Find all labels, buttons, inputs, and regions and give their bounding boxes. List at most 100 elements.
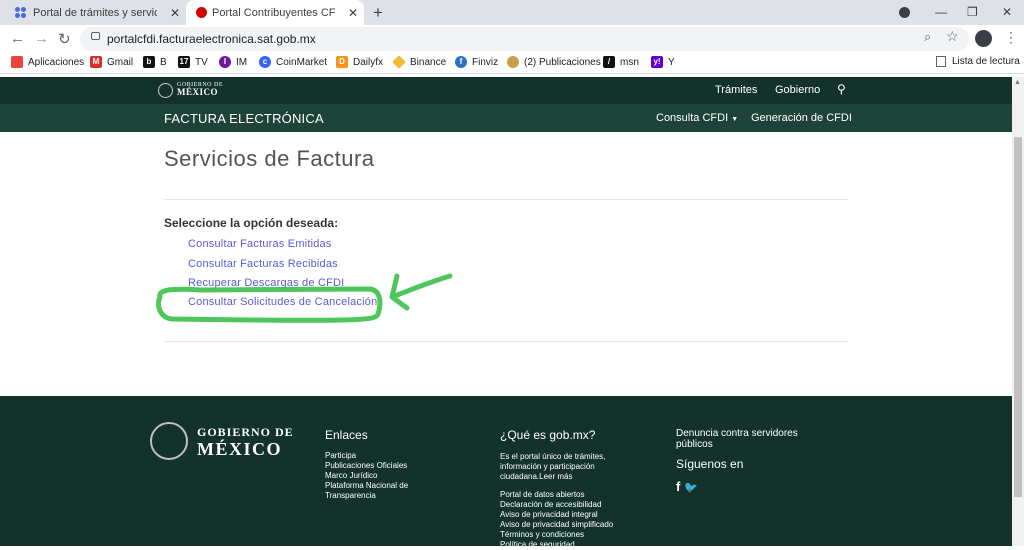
bookmark-gmail[interactable]: M Gmail bbox=[90, 56, 133, 68]
nav-consulta-cfdi[interactable]: Consulta CFDI ▼ bbox=[656, 112, 738, 124]
binance-icon bbox=[392, 55, 406, 69]
footer-text-line: información y participación bbox=[500, 462, 595, 471]
footer-link[interactable]: Aviso de privacidad integral bbox=[500, 510, 613, 520]
nav-generacion-cfdi[interactable]: Generación de CFDI bbox=[751, 112, 852, 124]
footer-follow-heading: Síguenos en bbox=[676, 457, 744, 471]
b-icon: b bbox=[143, 56, 155, 68]
footer-link[interactable]: Plataforma Nacional de bbox=[325, 481, 408, 491]
apps-grid-icon bbox=[11, 56, 23, 68]
coat-of-arms-icon bbox=[158, 82, 173, 98]
footer-link[interactable]: Marco Jurídico bbox=[325, 471, 408, 481]
bookmark-publicaciones[interactable]: (2) Publicaciones bbox=[507, 56, 601, 68]
bookmark-label: B bbox=[160, 56, 167, 68]
browser-menu-icon[interactable]: ⋮ bbox=[1004, 29, 1018, 46]
bookmark-b[interactable]: bB bbox=[143, 56, 167, 68]
bookmark-tv[interactable]: 17 TV bbox=[178, 56, 208, 68]
footer-link[interactable]: Aviso de privacidad simplificado bbox=[500, 520, 613, 530]
sat-favicon-icon bbox=[15, 7, 26, 18]
browser-tab-strip: Portal de trámites y servicios - SAT ✕ P… bbox=[0, 0, 1024, 25]
bookmark-label: Binance bbox=[410, 56, 447, 68]
finviz-icon: f bbox=[455, 56, 467, 68]
search-icon[interactable]: ⚲ bbox=[837, 82, 846, 96]
footer-about-text: Es el portal único de trámites, informac… bbox=[500, 452, 605, 482]
footer-links-enlaces: Participa Publicaciones Oficiales Marco … bbox=[325, 451, 408, 501]
reading-list[interactable]: Lista de lectura bbox=[936, 56, 1020, 67]
gob-logo[interactable]: GOBIERNO DE MÉXICO bbox=[158, 82, 223, 98]
new-tab-icon[interactable]: + bbox=[373, 3, 383, 23]
back-icon[interactable]: ← bbox=[10, 30, 25, 47]
bookmark-yahoo[interactable]: y! Y bbox=[651, 56, 675, 68]
tab-search-icon[interactable] bbox=[899, 7, 910, 18]
page-title: Servicios de Factura bbox=[164, 146, 375, 171]
profile-avatar[interactable] bbox=[975, 30, 992, 47]
footer-link[interactable]: Publicaciones Oficiales bbox=[325, 461, 408, 471]
yahoo-icon: y! bbox=[651, 56, 663, 68]
window-close-icon[interactable]: ✕ bbox=[1002, 5, 1012, 19]
bookmark-dailyfx[interactable]: D Dailyfx bbox=[336, 56, 383, 68]
footer-link[interactable]: Transparencia bbox=[325, 491, 408, 501]
bookmark-finviz[interactable]: f Finviz bbox=[455, 56, 498, 68]
bookmark-label: msn bbox=[620, 56, 639, 68]
link-recuperar-descargas[interactable]: Recuperar Descargas de CFDI bbox=[188, 277, 344, 289]
bookmark-label: Aplicaciones bbox=[28, 56, 85, 68]
bookmark-label: Y bbox=[668, 56, 675, 68]
facebook-icon[interactable]: f bbox=[676, 479, 680, 494]
restore-icon[interactable]: ❐ bbox=[967, 5, 978, 19]
footer-logo[interactable]: GOBIERNO DE MÉXICO bbox=[150, 422, 294, 460]
close-tab-icon[interactable]: ✕ bbox=[170, 6, 180, 20]
bookmark-label: (2) Publicaciones bbox=[524, 56, 601, 68]
caret-down-icon: ▼ bbox=[731, 116, 739, 123]
coinmarket-icon: c bbox=[259, 56, 271, 68]
option-prompt: Seleccione la opción deseada: bbox=[164, 216, 339, 230]
reload-icon[interactable]: ↻ bbox=[58, 30, 71, 48]
browser-toolbar: ← → ↻ portalcfdi.facturaelectronica.sat.… bbox=[0, 25, 1024, 53]
minimize-icon[interactable]: — bbox=[935, 5, 947, 19]
footer-link[interactable]: Política de seguridad bbox=[500, 540, 613, 550]
url-text[interactable]: portalcfdi.facturaelectronica.sat.gob.mx bbox=[107, 32, 316, 46]
bookmark-msn[interactable]: / msn bbox=[603, 56, 639, 68]
lock-icon[interactable] bbox=[91, 32, 100, 40]
forward-icon[interactable]: → bbox=[34, 30, 49, 47]
arrow-icon bbox=[389, 273, 453, 311]
bookmark-label: IM bbox=[236, 56, 248, 68]
close-tab-icon[interactable]: ✕ bbox=[348, 6, 358, 20]
nav-label: Consulta CFDI bbox=[656, 112, 729, 124]
footer-link[interactable]: Términos y condiciones bbox=[500, 530, 613, 540]
zoom-icon[interactable]: ⌕ bbox=[924, 29, 931, 45]
tab-portal-tramites[interactable]: Portal de trámites y servicios - SAT ✕ bbox=[0, 0, 186, 25]
tab-title: Portal de trámites y servicios - SAT bbox=[33, 6, 157, 19]
nav-gobierno[interactable]: Gobierno bbox=[775, 84, 820, 96]
footer-denuncia[interactable]: Denuncia contra servidores públicos bbox=[676, 428, 798, 450]
cfdi-favicon-icon bbox=[196, 7, 207, 18]
bookmark-binance[interactable]: Binance bbox=[392, 55, 447, 69]
twitter-icon[interactable]: 🐦 bbox=[684, 482, 698, 494]
bookmark-coinmarket[interactable]: c CoinMarket bbox=[259, 56, 327, 68]
dailyfx-icon: D bbox=[336, 56, 348, 68]
footer-heading-que-es: ¿Qué es gob.mx? bbox=[500, 428, 596, 442]
footer-logo-line2: MÉXICO bbox=[197, 438, 282, 459]
social-links: f 🐦 bbox=[676, 479, 698, 494]
site-subheader: FACTURA ELECTRÓNICA Consulta CFDI ▼ Gene… bbox=[0, 104, 1012, 132]
footer-text-line: públicos bbox=[676, 439, 713, 450]
footer-text-line: Es el portal único de trámites, bbox=[500, 452, 606, 461]
footer-link[interactable]: Declaración de accesibilidad bbox=[500, 500, 613, 510]
bookmark-label: TV bbox=[195, 56, 208, 68]
tab-portal-cfdi[interactable]: Portal Contribuyentes CFDI | Búsqueda ✕ bbox=[186, 0, 364, 25]
scrollbar-thumb[interactable] bbox=[1014, 137, 1022, 497]
footer-link[interactable]: Participa bbox=[325, 451, 408, 461]
page-scrollbar[interactable]: ▲ bbox=[1012, 77, 1024, 546]
site-title[interactable]: FACTURA ELECTRÓNICA bbox=[164, 111, 324, 126]
bookmark-aplicaciones[interactable]: Aplicaciones bbox=[11, 56, 84, 68]
footer-link[interactable]: Portal de datos abiertos bbox=[500, 490, 613, 500]
footer-text-line[interactable]: ciudadana.Leer más bbox=[500, 472, 605, 482]
bookmark-star-icon[interactable]: ☆ bbox=[946, 28, 959, 45]
footer-links-portal: Portal de datos abiertos Declaración de … bbox=[500, 490, 613, 550]
coat-of-arms-icon bbox=[150, 422, 188, 460]
link-facturas-emitidas[interactable]: Consultar Facturas Emitidas bbox=[188, 238, 332, 250]
bookmark-im[interactable]: I IM bbox=[219, 56, 247, 68]
link-facturas-recibidas[interactable]: Consultar Facturas Recibidas bbox=[188, 258, 338, 270]
link-solicitudes-cancelacion[interactable]: Consultar Solicitudes de Cancelación bbox=[188, 296, 377, 308]
nav-tramites[interactable]: Trámites bbox=[715, 84, 757, 96]
gob-footer: GOBIERNO DE MÉXICO Enlaces Participa Publ… bbox=[0, 396, 1012, 549]
scroll-up-icon[interactable]: ▲ bbox=[1014, 79, 1021, 86]
